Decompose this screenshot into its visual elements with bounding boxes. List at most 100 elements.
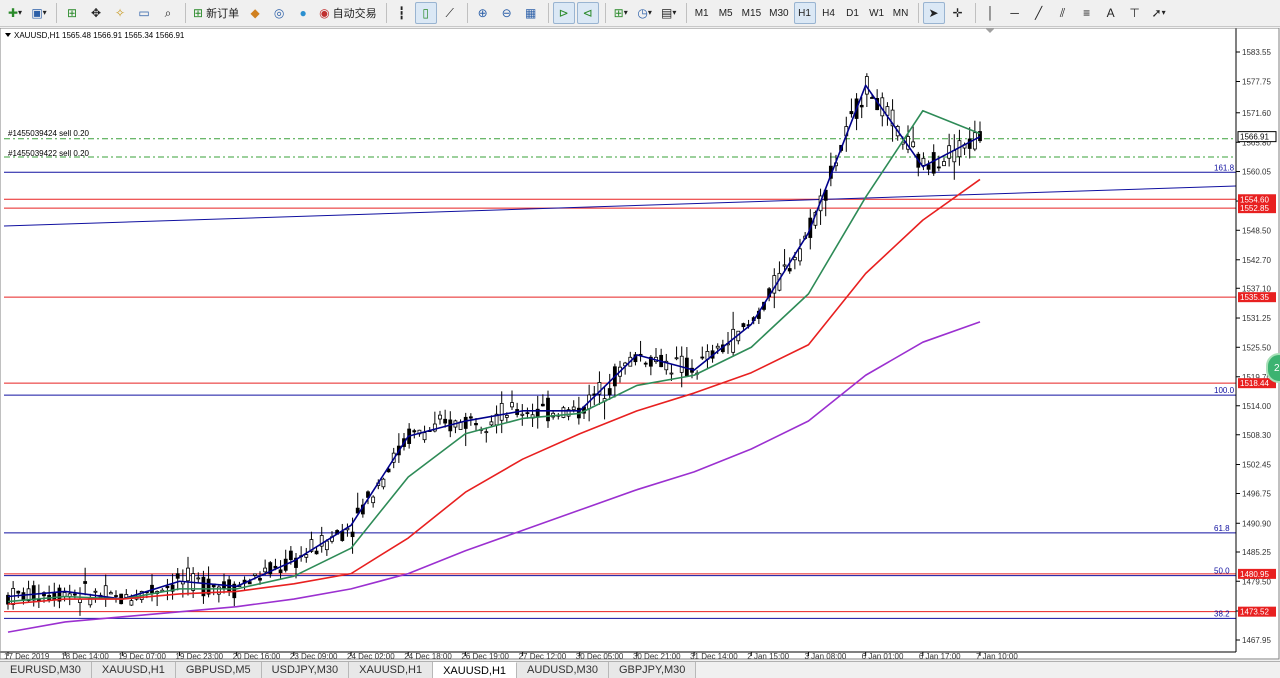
timeframe-m15[interactable]: M15 <box>739 2 764 24</box>
price-tick-label: 1525.50 <box>1242 343 1271 352</box>
price-tick-label: 1560.05 <box>1242 168 1271 177</box>
terminal-icon: ▭ <box>138 6 150 20</box>
timeframe-d1[interactable]: D1 <box>842 2 864 24</box>
candle-body <box>252 573 257 576</box>
new-chart-button[interactable]: ✚ ▾ <box>4 2 26 24</box>
templates-button[interactable]: ▤ ▾ <box>658 2 680 24</box>
zoom-out-button[interactable]: ⊖ <box>496 2 518 24</box>
candle-body <box>936 166 941 169</box>
market-button[interactable]: ● <box>292 2 314 24</box>
periods-button[interactable]: ◷ ▾ <box>634 2 656 24</box>
chevron-down-icon: ▾ <box>1161 8 1166 17</box>
candle-body <box>700 356 705 359</box>
auto-trading-button[interactable]: ◉ 自动交易 <box>316 2 380 24</box>
chevron-down-icon: ▾ <box>647 8 652 17</box>
timeframe-w1[interactable]: W1 <box>866 2 888 24</box>
candle-body <box>468 416 473 419</box>
candle-body <box>921 157 926 166</box>
indicators-icon: ⊞ <box>613 6 624 20</box>
price-tick-label: 1514.00 <box>1242 402 1271 411</box>
metaeditor-button[interactable]: ◆ <box>244 2 266 24</box>
vertical-line-icon: │ <box>986 6 995 20</box>
globe-icon: ● <box>299 6 307 20</box>
candle-body <box>93 590 98 593</box>
label-tool-button[interactable]: ⊤ <box>1124 2 1146 24</box>
arrows-tool-button[interactable]: ➚ ▾ <box>1148 2 1170 24</box>
chart-tab[interactable]: EURUSD,M30 <box>0 662 92 678</box>
profiles-button[interactable]: ▣ ▾ <box>28 2 50 24</box>
chart-tab[interactable]: AUDUSD,M30 <box>517 662 609 678</box>
fib-level-label: 38.2 <box>1214 609 1230 618</box>
indicators-button[interactable]: ⊞ ▾ <box>610 2 632 24</box>
channel-tool-button[interactable]: ⫽ <box>1052 2 1074 24</box>
candle-body <box>216 586 221 595</box>
toolbar-divider <box>466 3 468 23</box>
chart-window[interactable]: 161.8 100.0 61.8 50.0 38.2 1583.55 1577.75 157… <box>0 28 1280 660</box>
candle-body <box>926 164 931 170</box>
market-watch-button[interactable]: ⊞ <box>61 2 83 24</box>
crosshair-target-icon: ✥ <box>90 6 102 20</box>
timeframe-m30[interactable]: M30 <box>766 2 791 24</box>
chart-tab[interactable]: XAUUSD,H1 <box>433 662 518 678</box>
text-tool-button[interactable]: A <box>1100 2 1122 24</box>
candle-body <box>273 565 278 569</box>
timeframe-h4[interactable]: H4 <box>818 2 840 24</box>
fibonacci-tool-button[interactable]: ≡ <box>1076 2 1098 24</box>
bar-chart-button[interactable]: ┇ <box>391 2 413 24</box>
chart-tabs: EURUSD,M30 XAUUSD,H1 GBPUSD,M5 USDJPY,M30 XA… <box>0 661 1280 678</box>
data-window-button[interactable]: ✥ <box>85 2 107 24</box>
candle-body <box>463 416 468 429</box>
fibonacci-icon: ≡ <box>1083 6 1091 20</box>
candle-body <box>350 531 355 538</box>
toolbar-divider <box>185 3 186 23</box>
candle-body <box>504 415 509 418</box>
signals-button[interactable]: ◎ <box>268 2 290 24</box>
candle-body <box>669 372 674 375</box>
trendline-tool-button[interactable]: ╱ <box>1028 2 1050 24</box>
new-order-button[interactable]: ⊞ 新订单 <box>190 2 242 24</box>
line-chart-button[interactable]: ⟋ <box>439 2 461 24</box>
header-triangle-icon <box>5 33 11 37</box>
cursor-tool-button[interactable]: ➤ <box>922 2 945 24</box>
tile-icon: ▦ <box>525 6 537 20</box>
chart-tab[interactable]: GBPUSD,M5 <box>175 662 262 678</box>
candle-body <box>942 161 946 167</box>
terminal-button[interactable]: ▭ <box>133 2 155 24</box>
templates-icon: ▤ <box>660 6 673 20</box>
candle-body <box>443 418 448 424</box>
navigator-button[interactable]: ✧ <box>109 2 131 24</box>
chart-shift-marker <box>985 28 995 33</box>
cursor-icon: ➤ <box>928 6 939 20</box>
zoom-in-icon: ⊕ <box>477 6 488 20</box>
auto-scroll-button[interactable]: ⊳ <box>552 2 575 24</box>
tile-windows-button[interactable]: ▦ <box>520 2 542 24</box>
zoom-in-button[interactable]: ⊕ <box>472 2 494 24</box>
chart-tab[interactable]: XAUUSD,H1 <box>349 662 434 678</box>
timeframe-h1[interactable]: H1 <box>793 2 816 24</box>
vertical-line-tool-button[interactable]: │ <box>980 2 1002 24</box>
chart-shift-button[interactable]: ⊲ <box>576 2 599 24</box>
candlestick-button[interactable]: ▯ <box>414 2 437 24</box>
horizontal-line-icon: ─ <box>1010 6 1019 20</box>
chart-tab[interactable]: XAUUSD,H1 <box>91 662 176 678</box>
horizontal-line-tool-button[interactable]: ─ <box>1004 2 1026 24</box>
timeframe-m1[interactable]: M1 <box>691 2 713 24</box>
tester-button[interactable]: ⌕ <box>157 2 179 24</box>
candle-body <box>798 248 802 262</box>
candles-layer <box>6 73 982 616</box>
candle-body <box>546 397 550 422</box>
price-chart[interactable]: 161.8100.061.850.038.2 1583.551577.75157… <box>0 28 1280 660</box>
timeframe-m5[interactable]: M5 <box>715 2 737 24</box>
time-tick-label: 7 Jan 10:00 <box>976 652 1018 660</box>
crosshair-tool-button[interactable]: ✛ <box>947 2 969 24</box>
chart-tab[interactable]: GBPJPY,M30 <box>608 662 697 678</box>
price-tag-label: 1554.60 <box>1240 195 1269 204</box>
price-tick-label: 1502.45 <box>1242 461 1271 470</box>
auto-trading-icon: ◉ <box>319 6 330 20</box>
candle-body <box>381 478 386 488</box>
candle-body <box>859 104 864 108</box>
timeframe-mn[interactable]: MN <box>890 2 912 24</box>
candle-body <box>679 355 684 373</box>
chart-tab[interactable]: USDJPY,M30 <box>261 662 350 678</box>
toolbar-divider <box>604 3 606 23</box>
